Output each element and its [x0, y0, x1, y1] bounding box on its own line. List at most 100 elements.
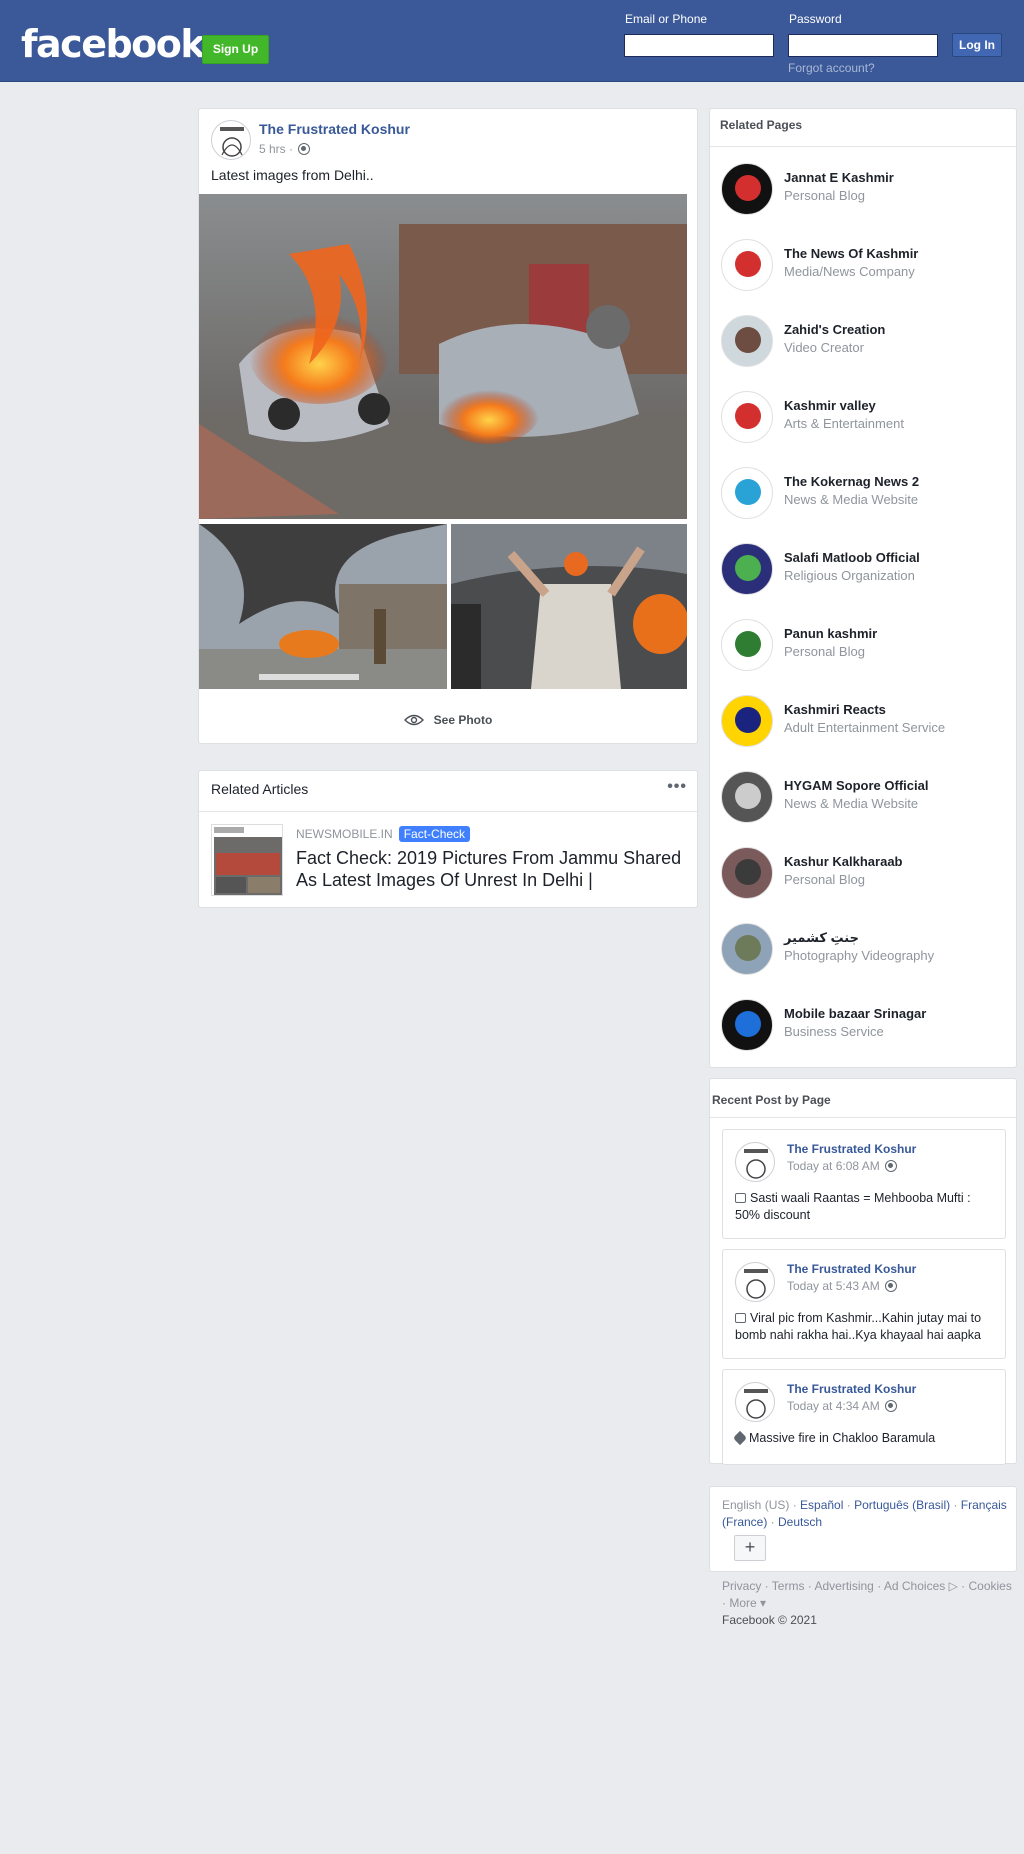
post-text-content: Massive fire in Chakloo Baramula	[749, 1431, 936, 1445]
post-author-link[interactable]: The Frustrated Koshur	[787, 1262, 916, 1276]
language-link-de[interactable]: Deutsch	[778, 1515, 822, 1529]
post-author-link[interactable]: The Frustrated Koshur	[787, 1142, 916, 1156]
page-avatar[interactable]	[721, 771, 773, 823]
page-avatar[interactable]	[721, 239, 773, 291]
more-options-icon[interactable]: •••	[667, 778, 687, 796]
post-photo-bottom-left[interactable]	[199, 524, 447, 689]
post-time-text: Today at 5:43 AM	[787, 1279, 880, 1293]
article-source-text: NEWSMOBILE.IN	[296, 827, 393, 841]
page-name-link[interactable]: Jannat E Kashmir	[784, 170, 894, 185]
facebook-logo[interactable]: facebook	[21, 22, 206, 66]
page-name-link[interactable]: HYGAM Sopore Official	[784, 778, 928, 793]
page-avatar[interactable]	[735, 1262, 775, 1302]
page-name-link[interactable]: Kashmir valley	[784, 398, 876, 413]
footer-link-advertising[interactable]: Advertising	[814, 1579, 873, 1593]
log-in-button[interactable]: Log In	[952, 33, 1002, 57]
related-page-item[interactable]: Kashmir valley Arts & Entertainment	[710, 379, 1016, 455]
post-text: Massive fire in Chakloo Baramula	[732, 1430, 995, 1447]
related-page-item[interactable]: Zahid's Creation Video Creator	[710, 303, 1016, 379]
related-page-item[interactable]: Kashur Kalkharaab Personal Blog	[710, 835, 1016, 911]
tag-icon	[732, 1430, 748, 1446]
globe-icon	[885, 1160, 898, 1172]
page-avatar[interactable]	[721, 619, 773, 671]
page-avatar[interactable]	[721, 391, 773, 443]
divider	[710, 1117, 1016, 1118]
page-avatar[interactable]	[721, 315, 773, 367]
recent-post[interactable]: The Frustrated Koshur Today at 5:43 AM Vi…	[722, 1249, 1006, 1359]
article-headline-link[interactable]: Fact Check: 2019 Pictures From Jammu Sha…	[296, 847, 696, 891]
related-page-item[interactable]: The News Of Kashmir Media/News Company	[710, 227, 1016, 303]
page-name-link[interactable]: Salafi Matloob Official	[784, 550, 920, 565]
post-timestamp[interactable]: Today at 4:34 AM	[787, 1399, 898, 1413]
page-avatar[interactable]	[735, 1382, 775, 1422]
page-avatar[interactable]	[211, 120, 251, 160]
post-time-text: 5 hrs ·	[259, 142, 294, 156]
page-category: Personal Blog	[784, 188, 865, 203]
page-name-link[interactable]: Zahid's Creation	[784, 322, 885, 337]
page-avatar[interactable]	[721, 695, 773, 747]
related-page-item[interactable]: Kashmiri Reacts Adult Entertainment Servi…	[710, 683, 1016, 759]
page-category: Personal Blog	[784, 644, 865, 659]
email-label: Email or Phone	[625, 12, 708, 26]
globe-icon	[885, 1400, 898, 1412]
post-time-text: Today at 4:34 AM	[787, 1399, 880, 1413]
related-page-item[interactable]: The Kokernag News 2 News & Media Website	[710, 455, 1016, 531]
footer-link-ad-choices[interactable]: Ad Choices	[884, 1579, 945, 1593]
recent-post[interactable]: The Frustrated Koshur Today at 4:34 AM Ma…	[722, 1369, 1006, 1465]
article-thumbnail[interactable]	[211, 824, 283, 896]
recent-posts-card: Recent Post by Page The Frustrated Koshu…	[709, 1078, 1017, 1465]
footer-link-more[interactable]: More	[729, 1596, 756, 1610]
post-timestamp[interactable]: 5 hrs ·	[259, 142, 311, 156]
recent-posts-title: Recent Post by Page	[712, 1093, 831, 1107]
footer-link-cookies[interactable]: Cookies	[969, 1579, 1012, 1593]
page-name-link[interactable]: جنتِ کشمیر	[784, 930, 859, 946]
footer-link-privacy[interactable]: Privacy	[722, 1579, 761, 1593]
globe-icon	[885, 1280, 898, 1292]
password-field[interactable]	[788, 34, 938, 57]
photo-icon	[735, 1193, 746, 1203]
page-name-link[interactable]: Mobile bazaar Srinagar	[784, 1006, 926, 1021]
page-category: Video Creator	[784, 340, 864, 355]
more-languages-button[interactable]: +	[734, 1535, 766, 1561]
post-author-link[interactable]: The Frustrated Koshur	[259, 121, 410, 137]
related-page-item[interactable]: Salafi Matloob Official Religious Organiz…	[710, 531, 1016, 607]
page-avatar[interactable]	[721, 847, 773, 899]
related-page-item[interactable]: Panun kashmir Personal Blog	[710, 607, 1016, 683]
post-card: The Frustrated Koshur 5 hrs · Latest ima…	[198, 108, 698, 744]
post-timestamp[interactable]: Today at 6:08 AM	[787, 1159, 898, 1173]
forgot-account-link[interactable]: Forgot account?	[788, 61, 875, 75]
page-name-link[interactable]: The Kokernag News 2	[784, 474, 919, 489]
related-page-item[interactable]: Jannat E Kashmir Personal Blog	[710, 151, 1016, 227]
related-articles-title: Related Articles	[211, 781, 309, 797]
language-link-pt[interactable]: Português (Brasil)	[854, 1498, 950, 1512]
related-page-item[interactable]: HYGAM Sopore Official News & Media Websit…	[710, 759, 1016, 835]
post-photo-main[interactable]	[199, 194, 687, 519]
language-link-es[interactable]: Español	[800, 1498, 843, 1512]
fact-check-badge: Fact-Check	[398, 826, 471, 842]
post-text: Viral pic from Kashmir...Kahin jutay mai…	[735, 1310, 995, 1344]
sign-up-button[interactable]: Sign Up	[202, 35, 269, 64]
email-field[interactable]	[624, 34, 774, 57]
post-author-link[interactable]: The Frustrated Koshur	[787, 1382, 916, 1396]
recent-post[interactable]: The Frustrated Koshur Today at 6:08 AM Sa…	[722, 1129, 1006, 1239]
footer-link-terms[interactable]: Terms	[772, 1579, 805, 1593]
related-page-item[interactable]: Mobile bazaar Srinagar Business Service	[710, 987, 1016, 1063]
page-name-link[interactable]: Kashur Kalkharaab	[784, 854, 903, 869]
post-time-text: Today at 6:08 AM	[787, 1159, 880, 1173]
page-avatar[interactable]	[721, 467, 773, 519]
related-pages-title: Related Pages	[720, 118, 803, 132]
page-avatar[interactable]	[721, 163, 773, 215]
page-name-link[interactable]: Panun kashmir	[784, 626, 877, 641]
page-name-link[interactable]: The News Of Kashmir	[784, 246, 918, 261]
page-avatar[interactable]	[721, 999, 773, 1051]
page-name-link[interactable]: Kashmiri Reacts	[784, 702, 886, 717]
footer: Privacy · Terms · Advertising · Ad Choic…	[722, 1579, 1012, 1627]
language-list: English (US) · Español · Português (Bras…	[722, 1498, 1007, 1529]
page-avatar[interactable]	[721, 923, 773, 975]
related-page-item[interactable]: جنتِ کشمیر Photography Videography	[710, 911, 1016, 987]
post-photo-bottom-right[interactable]	[451, 524, 687, 689]
post-timestamp[interactable]: Today at 5:43 AM	[787, 1279, 898, 1293]
see-photo-button[interactable]: See Photo	[199, 713, 697, 727]
page-avatar[interactable]	[735, 1142, 775, 1182]
page-avatar[interactable]	[721, 543, 773, 595]
